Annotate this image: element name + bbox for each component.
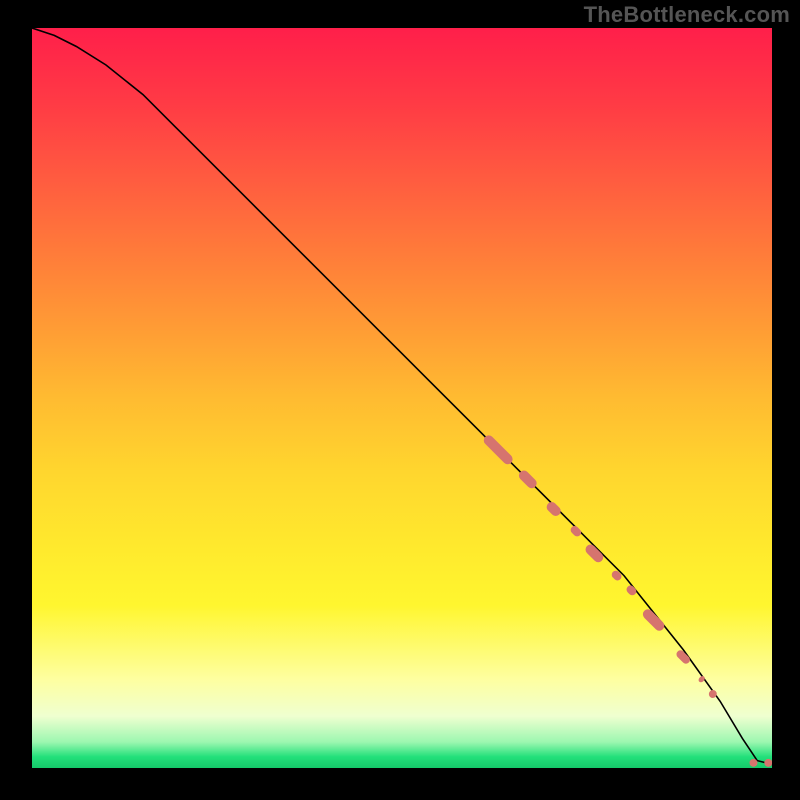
watermark-text: TheBottleneck.com [584, 2, 790, 28]
plot-area [32, 28, 772, 768]
scatter-cluster [569, 524, 583, 538]
scatter-point [764, 759, 772, 767]
scatter-cluster [610, 569, 623, 582]
scatter-cluster [545, 500, 563, 518]
scatter-cluster [625, 584, 638, 597]
scatter-dots [482, 433, 772, 767]
chart-frame: TheBottleneck.com [0, 0, 800, 800]
scatter-point [750, 759, 758, 767]
scatter-cluster [482, 433, 515, 466]
trend-curve [32, 28, 772, 764]
overlay-svg [32, 28, 772, 768]
scatter-cluster [641, 607, 667, 633]
scatter-cluster [707, 688, 718, 699]
